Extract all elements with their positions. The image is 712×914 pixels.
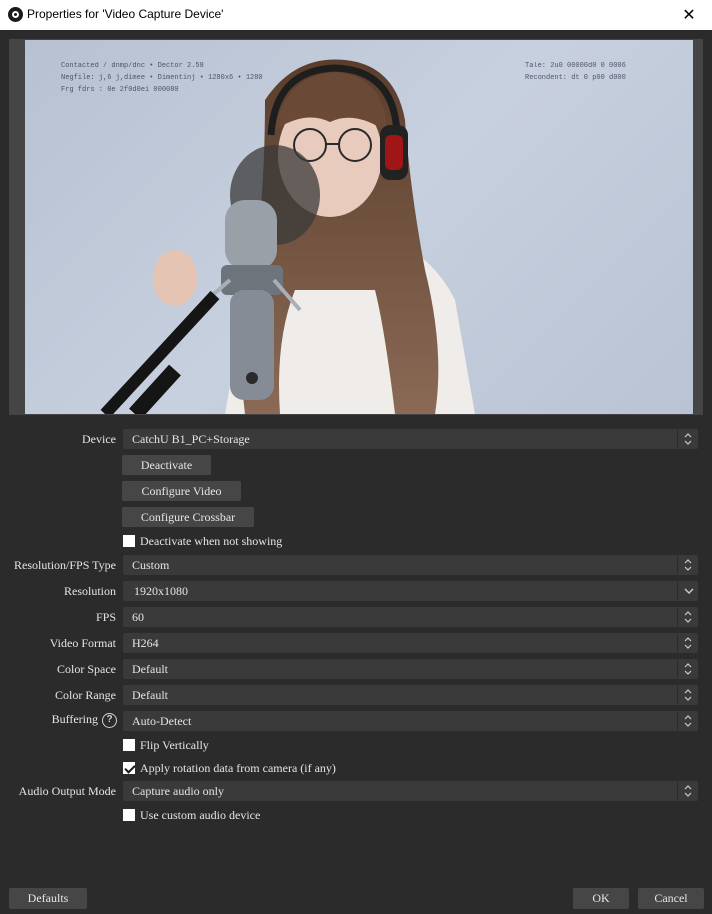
deactivate-button[interactable]: Deactivate [122,455,211,475]
defaults-button[interactable]: Defaults [9,888,87,909]
camera-feed-image [100,59,475,414]
updown-arrows-icon [677,430,697,448]
updown-arrows-icon [677,660,697,678]
color-range-select[interactable]: Default [123,685,698,705]
res-fps-type-select[interactable]: Custom [123,555,698,575]
cancel-button[interactable]: Cancel [638,888,704,909]
help-icon[interactable]: ? [102,712,117,728]
buffering-label: Buffering? [52,712,117,728]
deactivate-when-not-showing-checkbox[interactable]: Deactivate when not showing [123,533,282,549]
updown-arrows-icon [677,556,697,574]
obs-logo-icon [8,7,23,22]
updown-arrows-icon [677,686,697,704]
resolution-label: Resolution [63,584,116,598]
title-bar: Properties for 'Video Capture Device' ✕ [0,0,712,30]
updown-arrows-icon [677,608,697,626]
checkbox-box[interactable] [123,809,135,821]
fps-label: FPS [95,610,116,624]
configure-video-button[interactable]: Configure Video [122,481,241,501]
configure-crossbar-button[interactable]: Configure Crossbar [122,507,254,527]
res-fps-type-label: Resolution/FPS Type [14,558,116,572]
color-space-select[interactable]: Default [123,659,698,679]
audio-output-mode-select[interactable]: Capture audio only [123,781,698,801]
window-title: Properties for 'Video Capture Device' [27,7,224,21]
audio-output-mode-label: Audio Output Mode [18,784,116,798]
use-custom-audio-device-checkbox[interactable]: Use custom audio device [123,807,260,823]
color-range-label: Color Range [55,688,116,702]
close-button[interactable]: ✕ [666,0,712,30]
checkbox-box[interactable] [123,535,135,547]
buffering-select[interactable]: Auto-Detect [123,711,698,731]
device-label: Device [82,432,116,446]
apply-rotation-checkbox[interactable]: Apply rotation data from camera (if any) [123,760,336,776]
chevron-down-icon[interactable] [677,582,697,600]
video-format-select[interactable]: H264 [123,633,698,653]
color-space-label: Color Space [57,662,116,676]
updown-arrows-icon [677,712,697,730]
fps-select[interactable]: 60 [123,607,698,627]
checkmark-icon[interactable] [123,762,135,774]
video-format-label: Video Format [49,636,116,650]
resolution-combo[interactable]: 1920x1080 [123,581,698,601]
overlay-text-right: Tale: 2u0 00000d0 0 0006 Recondent: dt 0… [525,62,626,82]
updown-arrows-icon [677,634,697,652]
overlay-text-left: Contacted / dnmp/dnc • Dector 2.58 Negfi… [61,62,263,94]
video-preview: Contacted / dnmp/dnc • Dector 2.58 Negfi… [25,40,693,414]
flip-vertically-checkbox[interactable]: Flip Vertically [123,737,209,753]
device-select[interactable]: CatchU B1_PC+Storage [123,429,698,449]
ok-button[interactable]: OK [573,888,629,909]
checkbox-box[interactable] [123,739,135,751]
updown-arrows-icon [677,782,697,800]
